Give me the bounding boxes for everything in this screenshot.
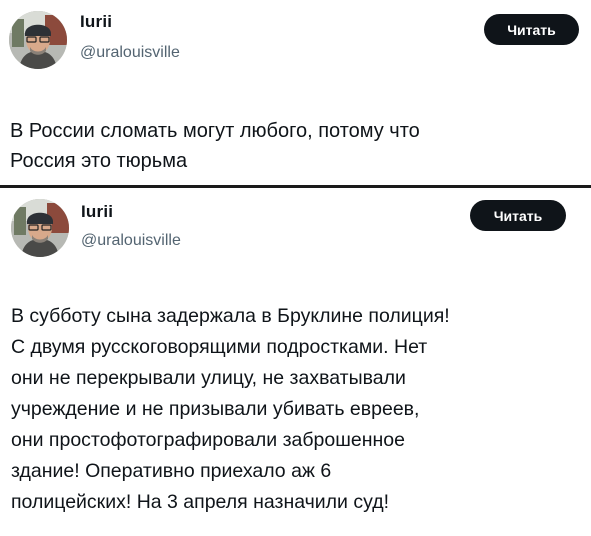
avatar[interactable] — [9, 11, 67, 69]
avatar-photo-icon — [9, 11, 67, 69]
avatar[interactable] — [11, 199, 69, 257]
post-card-1: Iurii @uralouisville Читать В России сло… — [0, 0, 591, 186]
author-handle[interactable]: @uralouisville — [80, 44, 180, 62]
follow-button[interactable]: Читать — [470, 200, 566, 231]
author-name[interactable]: Iurii — [80, 12, 112, 32]
post-text: В субботу сына задержала в Бруклине поли… — [11, 305, 450, 513]
follow-button[interactable]: Читать — [484, 14, 579, 45]
author-name[interactable]: Iurii — [81, 202, 113, 222]
post-text: В России сломать могут любого, потому чт… — [10, 120, 420, 172]
avatar-photo-icon — [11, 199, 69, 257]
post-card-2: Iurii @uralouisville Читать В субботу сы… — [0, 188, 591, 536]
author-handle[interactable]: @uralouisville — [81, 232, 181, 250]
